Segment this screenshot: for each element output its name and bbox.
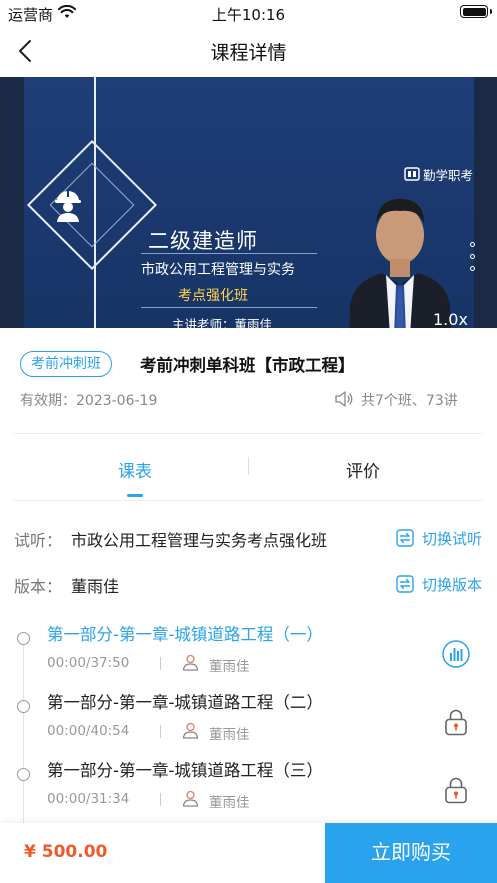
page-title: 课程详情: [210, 42, 287, 64]
tab-review[interactable]: 评价: [303, 457, 423, 482]
lock-icon[interactable]: [441, 707, 471, 737]
switch-version-button[interactable]: 切换版本: [396, 574, 482, 595]
divider: [14, 500, 483, 501]
brand-name: 勤学职考: [423, 168, 474, 183]
course-validity: 有效期：2023-06-19: [20, 393, 158, 409]
purchase-bar: ¥ 500.00 立即购买: [0, 823, 497, 883]
version-value: 董雨佳: [71, 577, 120, 596]
course-title: 考前冲刺单科班【市政工程】: [140, 356, 355, 375]
lesson-teacher: 董雨佳: [209, 727, 250, 743]
status-bar: 运营商 上午10:16: [0, 0, 497, 26]
video-course-title: 二级建造师: [148, 229, 258, 253]
active-tab-indicator: [127, 494, 143, 497]
battery-icon: [460, 5, 488, 18]
lesson-title: 第一部分-第一章-城镇道路工程（二）: [47, 693, 323, 712]
switch-trial-label: 切换试听: [421, 530, 482, 548]
playback-speed[interactable]: 1.0x: [433, 310, 468, 328]
status-time: 上午10:16: [211, 6, 286, 24]
nav-bar: 课程详情: [0, 28, 497, 74]
lesson-separator: [160, 793, 161, 806]
course-category-tag: 考前冲刺班: [20, 351, 112, 377]
lesson-duration: 00:00/37:50: [47, 655, 130, 671]
lesson-item[interactable]: 第一部分-第一章-城镇道路工程（二） 00:00/40:54 董雨佳: [0, 689, 497, 757]
switch-version-label: 切换版本: [421, 576, 482, 594]
divider: [14, 433, 483, 434]
lock-icon[interactable]: [441, 775, 471, 805]
lecturer-image: [349, 199, 451, 328]
lesson-separator: [160, 657, 161, 670]
user-icon: [182, 722, 199, 739]
lesson-duration: 00:00/40:54: [47, 723, 130, 739]
video-decor-rule-2: [141, 307, 317, 308]
video-decor-rule: [141, 253, 317, 254]
lesson-dot: [17, 700, 30, 713]
user-icon: [182, 790, 199, 807]
lesson-teacher: 董雨佳: [209, 795, 250, 811]
video-player[interactable]: 二级建造师 市政公用工程管理与实务 考点强化班 主讲老师：董雨佳 勤学职考 1.…: [0, 77, 497, 328]
tab-schedule[interactable]: 课表: [75, 457, 195, 482]
trial-label: 试听：: [14, 531, 63, 550]
buy-now-button[interactable]: 立即购买: [325, 823, 497, 883]
brand-logo-icon: [404, 167, 420, 181]
construction-worker-icon: [55, 191, 81, 222]
tab-separator: [248, 457, 249, 475]
lesson-title: 第一部分-第一章-城镇道路工程（一）: [47, 625, 323, 644]
video-teacher: 主讲老师：董雨佳: [172, 317, 273, 328]
video-course-highlight: 考点强化班: [178, 288, 248, 304]
lesson-teacher: 董雨佳: [209, 659, 250, 675]
lesson-item[interactable]: 第一部分-第一章-城镇道路工程（三） 00:00/31:34 董雨佳: [0, 757, 497, 825]
video-more-dots[interactable]: [470, 242, 475, 278]
swap-icon: [396, 575, 414, 593]
swap-icon: [396, 529, 414, 547]
version-label: 版本：: [14, 577, 63, 596]
video-course-subtitle: 市政公用工程管理与实务: [141, 262, 295, 278]
lesson-title: 第一部分-第一章-城镇道路工程（三）: [47, 761, 323, 780]
lesson-duration: 00:00/31:34: [47, 791, 130, 807]
trial-value: 市政公用工程管理与实务考点强化班: [71, 531, 328, 550]
course-lesson-count: 共7个班、73讲: [361, 393, 458, 409]
switch-trial-button[interactable]: 切换试听: [396, 528, 482, 549]
course-price: ¥ 500.00: [24, 842, 108, 862]
lesson-separator: [160, 725, 161, 738]
lesson-dot: [17, 768, 30, 781]
speaker-icon: [335, 391, 353, 407]
user-icon: [182, 654, 199, 671]
lesson-item[interactable]: 第一部分-第一章-城镇道路工程（一） 00:00/37:50 董雨佳: [0, 621, 497, 689]
lesson-dot: [17, 632, 30, 645]
audio-bars-icon[interactable]: [441, 639, 471, 669]
